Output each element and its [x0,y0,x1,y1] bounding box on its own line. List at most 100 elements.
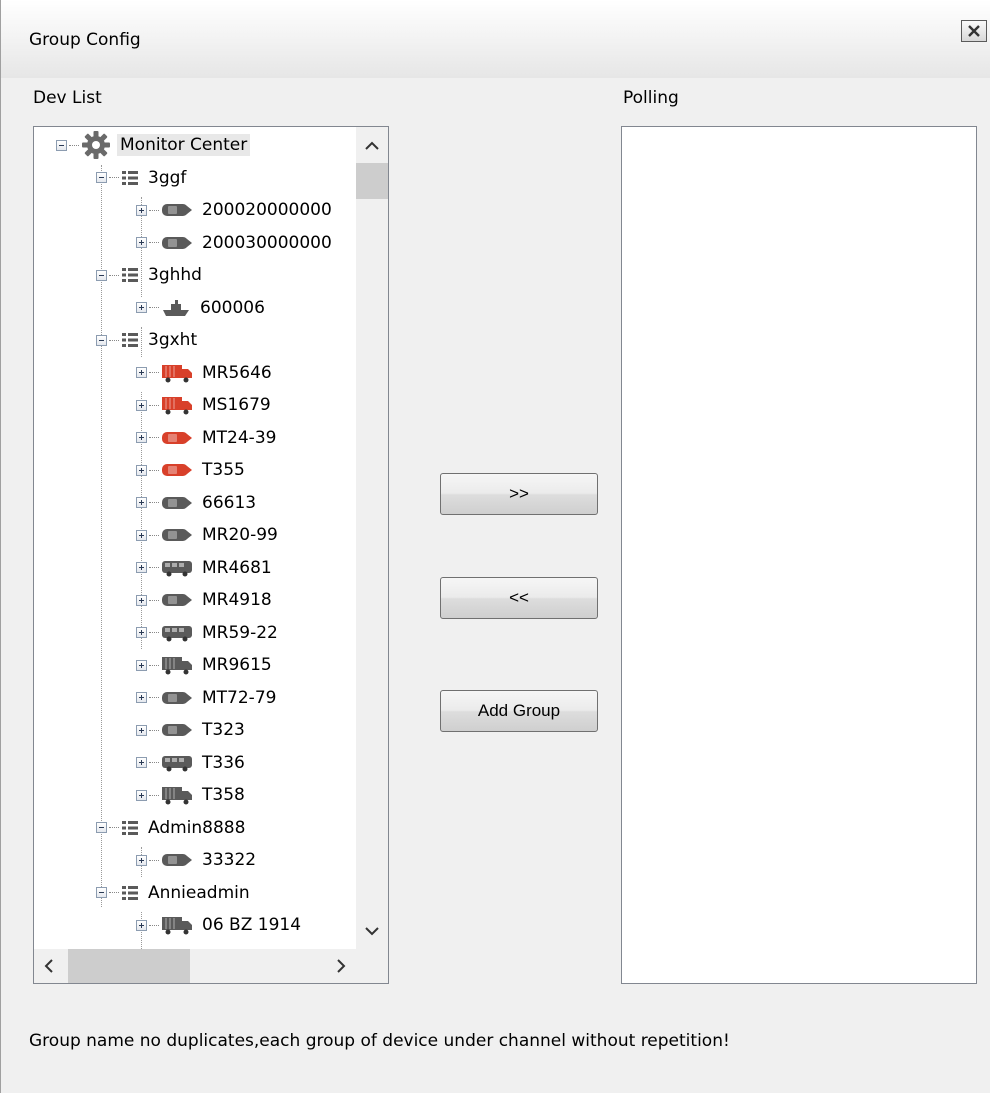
tree-connector-dots [149,242,159,243]
expand-icon[interactable] [136,854,147,866]
device-tree-content: Monitor Center 3ggf 200020000000 2000300000… [34,127,356,949]
expand-icon[interactable] [136,692,147,703]
expand-icon[interactable] [136,627,147,638]
tree-node-label: 3ghhd [148,265,202,285]
group-config-dialog: Group Config Dev List Polling Monitor Ce… [0,0,990,1093]
tree-device-node[interactable]: MR20-99 [136,519,281,551]
expand-icon[interactable] [136,562,147,573]
tree-device-node[interactable]: 66613 [136,487,259,519]
car-gray-icon [161,689,193,707]
tree-device-node[interactable]: 600006 [136,292,268,324]
tree-device-node[interactable]: MR5646 [136,357,275,389]
tree-device-node[interactable]: MR4918 [136,584,275,616]
tree-group-node[interactable]: 3ggf [96,162,189,194]
horizontal-scrollbar[interactable] [34,949,356,983]
vertical-scroll-thumb[interactable] [356,163,388,199]
tree-device-node[interactable]: T336 [136,747,248,779]
scrollbar-corner [356,949,388,983]
add-to-polling-button[interactable]: >> [440,473,598,515]
expand-icon[interactable] [136,919,147,931]
tree-connector-dots [149,469,159,471]
tree-device-node[interactable]: MT72-79 [136,682,279,714]
tree-group-node[interactable]: 3gxht [96,324,200,356]
tree-node-label: MR20-99 [202,525,278,545]
tree-connector-dots [149,534,159,536]
tree-connector-dots [149,729,159,731]
expand-icon[interactable] [136,237,147,248]
tree-node-label: MR4681 [202,557,272,578]
tree-device-node[interactable]: 30003 [136,942,259,950]
expand-icon[interactable] [136,432,147,443]
collapse-icon[interactable] [96,822,107,833]
car-gray-icon [161,721,193,739]
scroll-up-icon[interactable] [365,140,379,150]
close-button[interactable] [961,20,987,42]
expand-icon[interactable] [136,367,147,378]
collapse-icon[interactable] [96,269,107,281]
tree-device-node[interactable]: MR4681 [136,552,275,584]
tree-connector-dots [109,274,119,276]
expand-icon[interactable] [136,594,147,606]
tree-node-label: 3gxht [148,330,198,350]
ship-icon [161,298,191,318]
horizontal-scroll-thumb[interactable] [68,949,190,983]
tree-node-label: MS1679 [202,395,271,415]
tree-connector-dots [149,599,159,601]
tree-device-node[interactable]: MR9615 [136,649,275,681]
polling-label: Polling [623,88,679,108]
tree-device-node[interactable]: 200020000000 [136,194,335,226]
tree-group-node[interactable]: Annieadmin [96,877,253,909]
tree-group-node[interactable]: Admin8888 [96,812,248,844]
expand-icon[interactable] [136,757,147,768]
tree-node-label: MT72-79 [202,687,277,708]
tree-device-node[interactable]: MT24-39 [136,422,279,454]
expand-icon[interactable] [136,789,147,801]
tree-connector-dots [149,664,159,666]
title-bar[interactable]: Group Config [1,0,990,78]
collapse-icon[interactable] [96,334,107,346]
group-list-icon [121,884,139,902]
tree-device-node[interactable]: T355 [136,454,248,486]
tree-device-node[interactable]: MR59-22 [136,617,281,649]
tree-root-node[interactable]: Monitor Center [56,129,251,161]
tree-connector-dots [149,924,159,926]
expand-icon[interactable] [136,399,147,411]
expand-icon[interactable] [136,659,147,671]
polling-list[interactable] [621,126,977,984]
car-gray-icon [161,494,193,512]
tree-device-node[interactable]: 06 BZ 1914 [136,909,304,941]
tree-device-node[interactable]: T358 [136,779,248,811]
tree-device-node[interactable]: 200030000000 [136,227,335,259]
tree-node-label: T358 [202,785,245,805]
scroll-down-icon[interactable] [365,927,379,937]
tree-node-label: 600006 [200,297,265,318]
scroll-left-icon[interactable] [44,959,54,973]
device-tree[interactable]: Monitor Center 3ggf 200020000000 2000300000… [33,126,389,984]
tree-connector-dots [149,762,159,763]
tree-device-node[interactable]: T323 [136,714,248,746]
tree-connector-dots [109,339,119,341]
expand-icon[interactable] [136,204,147,216]
expand-icon[interactable] [136,497,147,508]
collapse-icon[interactable] [96,172,107,183]
tree-connector-dots [109,827,119,828]
add-group-button[interactable]: Add Group [440,690,598,732]
scroll-right-icon[interactable] [336,959,346,973]
remove-from-polling-button[interactable]: << [440,577,598,619]
collapse-icon[interactable] [96,887,107,898]
tree-node-label: 06 BZ 1914 [202,915,302,935]
tree-group-node[interactable]: 3ghhd [96,259,205,291]
tree-node-label: MR9615 [202,655,272,675]
tree-device-node[interactable]: 33322 [136,844,259,876]
collapse-icon[interactable] [56,139,67,151]
tree-node-label: 33322 [202,850,257,870]
expand-icon[interactable] [136,302,147,313]
tree-device-node[interactable]: MS1679 [136,389,274,421]
expand-icon[interactable] [136,724,147,736]
tree-connector-dots [149,437,159,438]
vertical-scrollbar[interactable] [356,127,388,949]
expand-icon[interactable] [136,464,147,476]
expand-icon[interactable] [136,529,147,541]
tree-connector-dots [149,404,159,406]
truck-red-icon [161,363,193,383]
